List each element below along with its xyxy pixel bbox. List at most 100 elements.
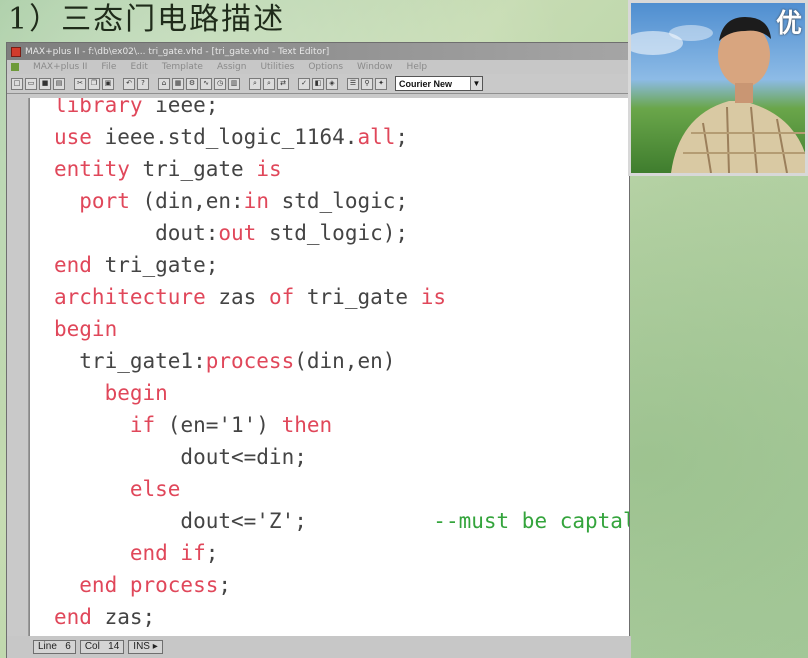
code-line[interactable]: dout<='Z'; --must be captal	[54, 505, 629, 537]
copy-icon[interactable]: ❐	[88, 77, 100, 90]
status-line-value: 6	[65, 641, 71, 652]
code-comment: --must be captal	[306, 509, 629, 533]
menu-item-utilities[interactable]: Utilities	[260, 62, 294, 72]
menu-item-edit[interactable]: Edit	[130, 62, 147, 72]
pin-icon[interactable]: ⚲	[361, 77, 373, 90]
code-keyword: of	[268, 285, 307, 309]
program-icon[interactable]: ▥	[228, 77, 240, 90]
code-line[interactable]: entity tri_gate is	[54, 153, 282, 185]
code-editor[interactable]: library ieee; use ieee.std_logic_1164.all…	[29, 98, 629, 636]
code-line[interactable]: port (din,en:in std_logic;	[54, 185, 408, 217]
floorplan-icon[interactable]: ▦	[172, 77, 184, 90]
code-keyword: entity	[54, 157, 143, 181]
video-inset: 优	[628, 0, 808, 176]
code-keyword: library	[54, 98, 156, 117]
code-text: tri_gate	[142, 157, 257, 181]
simulate-icon[interactable]: ∿	[200, 77, 212, 90]
code-text: zas	[218, 285, 269, 309]
wizard-icon[interactable]: ✦	[375, 77, 387, 90]
menu-item-template[interactable]: Template	[162, 62, 203, 72]
menu-item-help[interactable]: Help	[407, 62, 428, 72]
menu-item-max-plus-ii[interactable]: MAX+plus II	[33, 62, 87, 72]
code-line[interactable]: end process;	[54, 569, 231, 601]
code-line[interactable]: dout:out std_logic);	[54, 217, 408, 249]
cut-icon[interactable]: ✂	[74, 77, 86, 90]
code-keyword: begin	[54, 317, 118, 341]
status-mode[interactable]: INS ▸	[128, 640, 163, 654]
paste-icon[interactable]: ▣	[102, 77, 114, 90]
code-line[interactable]: else	[54, 473, 181, 505]
search-icon[interactable]: ⌕	[249, 77, 261, 90]
watermark: 优	[775, 9, 803, 39]
status-mode-value: INS	[133, 641, 150, 652]
menu-item-file[interactable]: File	[101, 62, 116, 72]
font-select[interactable]: Courier New ▼	[395, 76, 483, 91]
save-icon[interactable]: ■	[39, 77, 51, 90]
code-line[interactable]: library ieee;	[54, 98, 218, 121]
code-keyword: end	[54, 253, 105, 277]
code-text: std_logic);	[256, 221, 409, 245]
slide-title: 1）三态门电路描述	[8, 2, 286, 37]
menu-item-options[interactable]: Options	[308, 62, 343, 72]
code-line[interactable]: architecture zas of tri_gate is	[54, 281, 446, 313]
assign-icon[interactable]: ◈	[326, 77, 338, 90]
code-keyword: architecture	[54, 285, 219, 309]
code-text: tri_gate1:	[54, 349, 206, 373]
hierarchy-icon[interactable]: ⌂	[158, 77, 170, 90]
font-select-value: Courier New	[399, 78, 453, 89]
code-line[interactable]: end zas;	[54, 601, 155, 633]
code-keyword: use	[54, 125, 105, 149]
code-text: ;	[395, 125, 409, 149]
code-text: ;	[218, 573, 232, 597]
window-title: MAX+plus II - f:\db\ex02\... tri_gate.vh…	[25, 46, 330, 57]
undo-icon[interactable]: ↶	[123, 77, 135, 90]
code-line[interactable]: tri_gate1:process(din,en)	[54, 345, 395, 377]
code-text: (en='1')	[167, 413, 282, 437]
window-titlebar[interactable]: MAX+plus II - f:\db\ex02\... tri_gate.vh…	[7, 43, 629, 60]
status-col-value: 14	[108, 641, 120, 652]
code-line[interactable]: begin	[54, 313, 117, 345]
code-text: ;	[205, 541, 219, 565]
code-keyword: if	[54, 413, 168, 437]
editor-gutter	[7, 98, 29, 636]
code-keyword: out	[218, 221, 257, 245]
code-line[interactable]: use ieee.std_logic_1164.all;	[54, 121, 408, 153]
toolbar: □ ▭ ■ ▤ ✂ ❐ ▣ ↶ ? ⌂ ▦ ⚙ ∿ ◷ ▥ ⌕ ⌕ ⇄ ✓ ◧ …	[7, 74, 629, 94]
open-folder-icon[interactable]: ▭	[25, 77, 37, 90]
app-icon	[11, 46, 21, 57]
menubar: MAX+plus II File Edit Template Assign Utiliti…	[7, 60, 629, 74]
document-icon	[11, 63, 19, 71]
code-line[interactable]: dout<=din;	[54, 441, 307, 473]
code-text: (din,en)	[294, 349, 396, 373]
template-icon[interactable]: ☰	[347, 77, 359, 90]
project-icon[interactable]: ◧	[312, 77, 324, 90]
status-line-label: Line	[38, 641, 57, 652]
code-line[interactable]: if (en='1') then	[54, 409, 332, 441]
menu-item-assign[interactable]: Assign	[217, 62, 246, 72]
code-text: dout<=din;	[54, 445, 307, 469]
menu-item-window[interactable]: Window	[357, 62, 393, 72]
code-keyword: end process	[54, 573, 219, 597]
find-next-icon[interactable]: ⌕	[263, 77, 275, 90]
code-line[interactable]: end if;	[54, 537, 219, 569]
print-icon[interactable]: ▤	[53, 77, 65, 90]
code-text: ieee.std_logic_1164.	[104, 125, 358, 149]
chevron-down-icon[interactable]: ▼	[470, 77, 482, 90]
code-text: (din,en:	[142, 189, 244, 213]
code-text: tri_gate;	[104, 253, 219, 277]
save-check-icon[interactable]: ✓	[298, 77, 310, 90]
code-text: std_logic;	[268, 189, 409, 213]
replace-icon[interactable]: ⇄	[277, 77, 289, 90]
code-keyword: port	[54, 189, 143, 213]
code-keyword: else	[54, 477, 181, 501]
code-line[interactable]: begin	[54, 377, 168, 409]
code-keyword: end if	[54, 541, 206, 565]
code-keyword: end	[54, 605, 105, 629]
code-line[interactable]: end tri_gate;	[54, 249, 218, 281]
help-icon[interactable]: ?	[137, 77, 149, 90]
status-col-label: Col	[84, 641, 100, 652]
new-file-icon[interactable]: □	[11, 77, 23, 90]
code-text: dout:	[54, 221, 219, 245]
timing-icon[interactable]: ◷	[214, 77, 226, 90]
compile-icon[interactable]: ⚙	[186, 77, 198, 90]
